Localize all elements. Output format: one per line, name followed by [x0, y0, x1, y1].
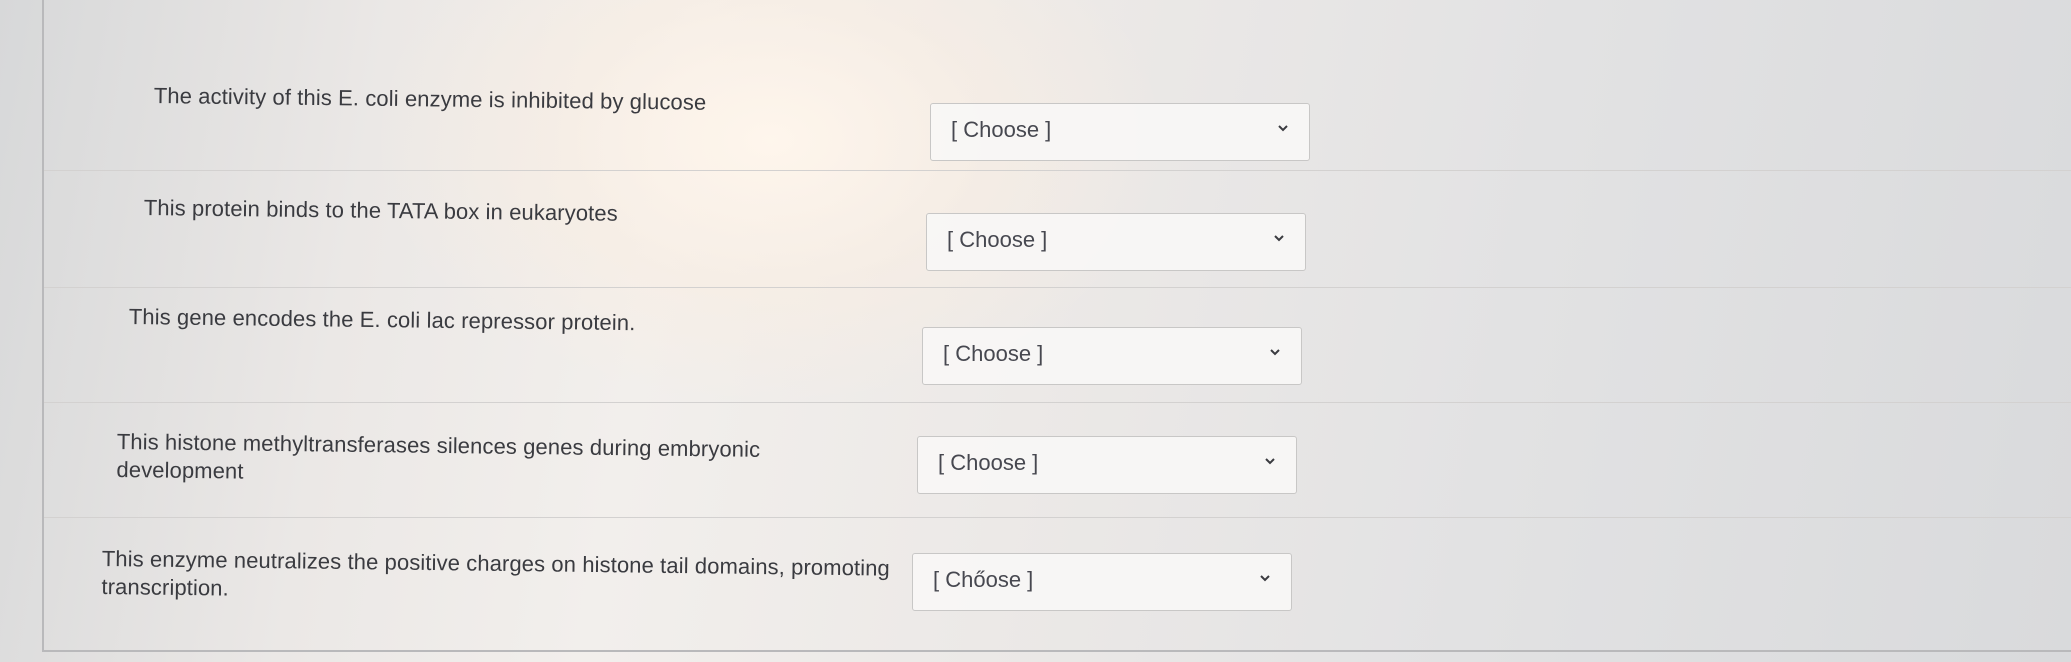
dropdown-selected-value: [ Choose ] — [943, 341, 1044, 366]
chevron-down-icon — [1270, 349, 1280, 356]
question-row: This histone methyltransferases silences… — [44, 402, 2071, 518]
question-prompt: This histone methyltransferases silences… — [116, 428, 761, 484]
question-row: This gene encodes the E. coli lac repres… — [44, 287, 2071, 403]
answer-dropdown[interactable]: [ Choose ] — [930, 103, 1310, 161]
question-row: This enzyme neutralizes the positive cha… — [44, 517, 2071, 650]
dropdown-selected-value: [ Choose ] — [951, 117, 1052, 142]
question-prompt: This protein binds to the TATA box in eu… — [143, 194, 618, 226]
chevron-down-icon — [1274, 235, 1284, 242]
answer-dropdown[interactable]: [ Choose ] — [917, 436, 1297, 494]
question-prompt: This enzyme neutralizes the positive cha… — [101, 545, 891, 601]
chevron-down-icon — [1265, 458, 1275, 465]
question-prompt: The activity of this E. coli enzyme is i… — [153, 82, 707, 115]
answer-dropdown[interactable]: [ Choose ] — [926, 213, 1306, 271]
question-row: This protein binds to the TATA box in eu… — [44, 170, 2071, 288]
dropdown-selected-value: [ Choose ] — [947, 227, 1048, 252]
answer-dropdown[interactable]: [ Choose ] — [922, 327, 1302, 385]
dropdown-selected-value: [ Choose ] — [938, 450, 1039, 475]
answer-dropdown[interactable]: [ Chőose ] — [912, 553, 1292, 611]
matching-question-panel: The activity of this E. coli enzyme is i… — [42, 0, 2071, 652]
chevron-down-icon — [1278, 125, 1288, 132]
question-row: The activity of this E. coli enzyme is i… — [44, 0, 2071, 171]
dropdown-selected-value: [ Chőose ] — [933, 567, 1034, 592]
question-prompt: This gene encodes the E. coli lac repres… — [128, 303, 636, 336]
chevron-down-icon — [1260, 575, 1270, 582]
